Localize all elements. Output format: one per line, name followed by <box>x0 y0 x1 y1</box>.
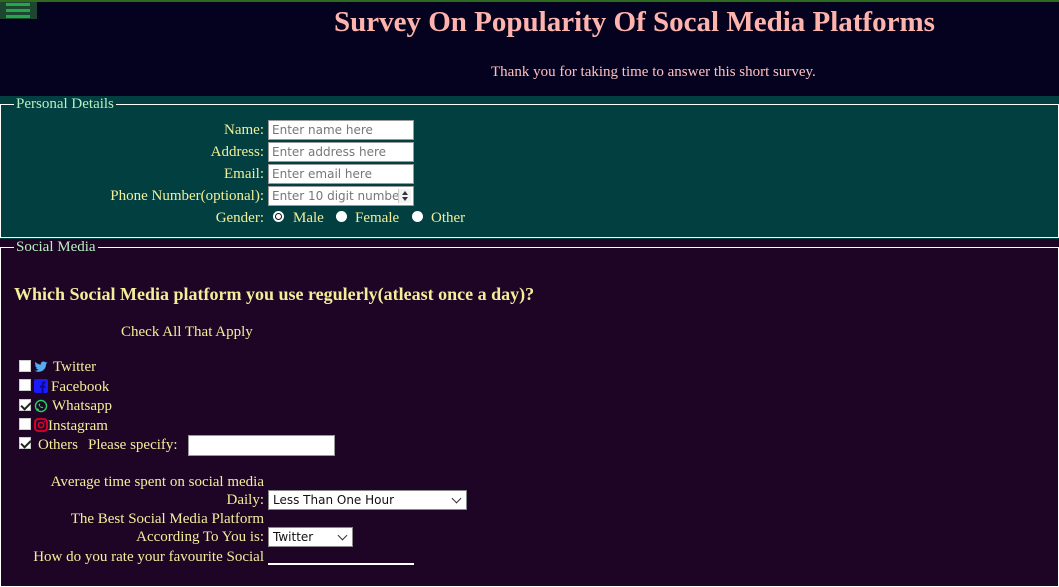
specify-label: Please specify: <box>88 437 178 453</box>
others-checkbox[interactable] <box>19 437 31 449</box>
phone-placeholder: Enter 10 digit number <box>272 189 405 203</box>
avg-time-daily-label: Daily: <box>226 492 265 508</box>
gender-radio-female[interactable] <box>336 211 347 222</box>
best-platform-label: The Best Social Media Platform <box>70 511 264 527</box>
twitter-icon <box>34 361 48 372</box>
gender-label: Gender: <box>215 210 264 226</box>
gender-other-label: Other <box>431 210 466 226</box>
whatsapp-icon <box>34 399 48 413</box>
best-platform-value: Twitter <box>273 530 314 544</box>
personal-details-legend: Personal Details <box>14 96 116 113</box>
gender-radio-male[interactable] <box>273 211 284 222</box>
gender-male-label: Male <box>293 210 324 226</box>
best-platform-label-2: According To You is: <box>136 529 264 545</box>
facebook-checkbox[interactable] <box>19 379 31 391</box>
name-label: Name: <box>224 122 264 138</box>
rate-label: How do you rate your favourite Social <box>33 549 264 565</box>
whatsapp-label: Whatsapp <box>52 398 112 414</box>
twitter-label: Twitter <box>53 359 97 375</box>
page-subtitle: Thank you for taking time to answer this… <box>491 64 816 80</box>
personal-details-fieldset <box>0 104 1059 238</box>
check-all-hint: Check All That Apply <box>121 324 253 340</box>
menu-icon[interactable] <box>0 2 37 19</box>
email-input[interactable]: Enter email here <box>268 164 414 184</box>
social-media-legend: Social Media <box>14 239 98 256</box>
gender-radio-other[interactable] <box>412 211 423 222</box>
whatsapp-checkbox[interactable] <box>19 399 31 411</box>
page-title: Survey On Popularity Of Socal Media Plat… <box>334 6 935 38</box>
best-platform-select[interactable]: Twitter <box>268 527 353 547</box>
address-input[interactable]: Enter address here <box>268 142 414 162</box>
chevron-down-icon <box>451 493 462 504</box>
number-spinner[interactable] <box>398 189 411 203</box>
email-label: Email: <box>224 166 264 182</box>
others-label: Others <box>38 437 78 453</box>
address-label: Address: <box>210 144 264 160</box>
platform-question: Which Social Media platform you use regu… <box>14 284 535 304</box>
instagram-checkbox[interactable] <box>19 418 31 430</box>
others-specify-input[interactable] <box>188 435 335 456</box>
instagram-label: Instagram <box>48 418 108 434</box>
page-header: Survey On Popularity Of Socal Media Plat… <box>0 0 1059 96</box>
gender-female-label: Female <box>355 210 400 226</box>
avg-time-value: Less Than One Hour <box>273 493 395 507</box>
phone-label: Phone Number(optional): <box>110 188 264 204</box>
instagram-icon <box>34 418 48 432</box>
twitter-checkbox[interactable] <box>19 360 31 372</box>
avg-time-label: Average time spent on social media <box>50 474 264 490</box>
facebook-icon <box>34 379 48 393</box>
phone-input[interactable]: Enter 10 digit number <box>268 186 414 206</box>
personal-details-section: Personal Details <box>0 96 1059 239</box>
avg-time-select[interactable]: Less Than One Hour <box>268 490 467 510</box>
facebook-label: Facebook <box>51 379 110 395</box>
chevron-down-icon <box>337 530 348 541</box>
name-input[interactable]: Enter name here <box>268 120 414 140</box>
